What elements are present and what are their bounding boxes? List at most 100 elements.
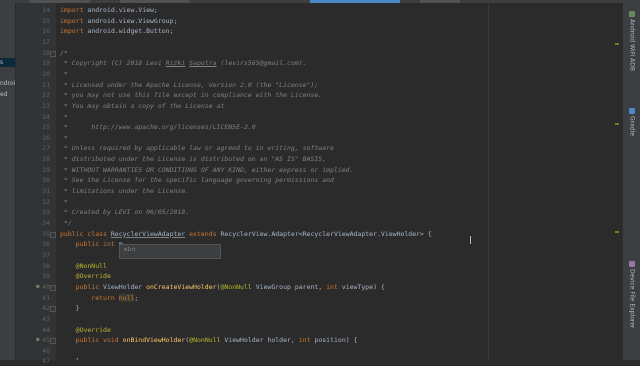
code-token: position) {: [314, 336, 358, 345]
line-number: 28: [42, 155, 50, 164]
line-number: 23: [42, 101, 50, 110]
code-token: onBindViewHolder: [122, 336, 186, 345]
code-line[interactable]: * See the License for the specific langu…: [60, 175, 334, 185]
code-token: android.widget.Button;: [87, 27, 174, 36]
line-number: 42: [42, 304, 50, 313]
code-token: * You may obtain a copy of the License a…: [60, 101, 225, 110]
code-line[interactable]: * Licensed under the Apache License, Ver…: [60, 80, 318, 90]
code-token: RecyclerViewAdapter: [110, 229, 186, 238]
error-stripe[interactable]: [614, 3, 620, 360]
code-line[interactable]: public int m: [60, 239, 123, 249]
wifi-adb-icon: [629, 11, 635, 17]
error-stripe-mark[interactable]: [615, 231, 619, 233]
line-number: 32: [42, 197, 50, 206]
code-line[interactable]: * you may not use this file except in co…: [60, 90, 322, 100]
code-line[interactable]: * distributed under the License is distr…: [60, 154, 326, 164]
code-token: *: [60, 133, 68, 142]
line-number: 30: [42, 176, 50, 185]
code-line[interactable]: */: [60, 218, 72, 228]
code-token: public: [60, 282, 104, 291]
code-line[interactable]: * http://www.apache.org/licenses/LICENSE…: [60, 122, 256, 132]
code-line[interactable]: public ViewHolder onCreateViewHolder(@No…: [60, 282, 385, 292]
code-token: /*: [60, 48, 68, 57]
line-number: 18: [42, 48, 50, 57]
line-number: 43: [42, 314, 50, 323]
code-line[interactable]: * limitations under the License.: [60, 186, 189, 196]
code-token: * Licensed under the Apache License, Ver…: [60, 80, 319, 89]
override-method-icon[interactable]: ●: [36, 337, 42, 343]
project-tree-item[interactable]: s: [0, 58, 15, 67]
code-token: @NonNull: [60, 261, 107, 270]
code-token: Rizki: [165, 59, 186, 68]
code-token: int: [298, 336, 315, 345]
code-line[interactable]: @NonNull: [60, 261, 107, 271]
line-number: 33: [42, 208, 50, 217]
code-token: viewType) {: [341, 282, 385, 291]
code-line[interactable]: import android.widget.Button;: [60, 26, 174, 36]
tool-window-tab[interactable]: Android WiFi ADB: [625, 11, 639, 71]
line-number: 47: [42, 357, 50, 366]
code-token: extends: [185, 229, 221, 238]
code-line[interactable]: /*: [60, 48, 68, 58]
code-line[interactable]: }: [60, 303, 80, 313]
completion-item[interactable]: mInt: [124, 247, 136, 253]
code-line[interactable]: *: [60, 69, 68, 79]
code-token: */: [60, 219, 72, 227]
tool-window-tab[interactable]: Device File Explorer: [625, 261, 639, 328]
code-line[interactable]: @Override: [60, 325, 111, 335]
code-token: * WITHOUT WARRANTIES OR CONDITIONS OF AN…: [60, 165, 354, 174]
tool-window-tab-label: Gradle: [628, 116, 636, 136]
line-number: 29: [42, 165, 50, 174]
right-tool-window-strip: Android WiFi ADB Gradle Device File Explor…: [622, 3, 640, 360]
code-line[interactable]: public class RecyclerViewAdapter extends…: [60, 229, 432, 239]
code-token: Saputra: [189, 59, 217, 68]
line-number: 38: [42, 261, 50, 270]
code-line[interactable]: *: [60, 133, 68, 143]
line-number: 46: [42, 346, 50, 355]
code-editor[interactable]: import android.view.View; import android.…: [56, 3, 622, 360]
code-line[interactable]: *: [60, 197, 68, 207]
code-token: import: [60, 6, 88, 14]
code-line[interactable]: import android.view.ViewGroup;: [60, 16, 177, 26]
code-line[interactable]: public void onBindViewHolder(@NonNull Vi…: [60, 335, 358, 345]
override-method-icon[interactable]: ●: [36, 283, 42, 290]
line-number: 34: [42, 219, 50, 227]
code-token: android.view.View;: [87, 6, 158, 14]
code-line[interactable]: * Copyright (C) 2018 Levi Rizki Saputra …: [60, 58, 307, 68]
code-token: RecyclerView.Adapter<RecyclerViewAdapter…: [220, 229, 432, 238]
code-line[interactable]: * WITHOUT WARRANTIES OR CONDITIONS OF AN…: [60, 165, 354, 175]
code-token: * Unless required by applicable law or a…: [60, 144, 334, 153]
line-number: 25: [42, 123, 50, 132]
code-token: *: [60, 112, 68, 121]
code-token: * distributed under the License is distr…: [60, 155, 327, 164]
code-token: * limitations under the License.: [60, 187, 190, 196]
line-number: 19: [42, 59, 50, 68]
code-line[interactable]: }: [60, 356, 80, 360]
code-line[interactable]: * You may obtain a copy of the License a…: [60, 101, 224, 111]
line-number: 31: [42, 187, 50, 196]
code-completion-popup[interactable]: mInt: [119, 244, 221, 259]
code-line[interactable]: return null;: [60, 293, 138, 303]
project-tree-item[interactable]: ndroidT: [0, 79, 15, 88]
project-panel: s ndroidT ed: [0, 3, 16, 360]
code-token: *: [60, 197, 68, 206]
code-token: @NonNull: [220, 282, 252, 291]
code-token: (levirs565@gmail.com).: [216, 59, 307, 68]
line-number: 17: [42, 37, 50, 46]
line-number: 26: [42, 133, 50, 142]
code-line[interactable]: *: [60, 112, 68, 122]
project-tree-item[interactable]: ed: [0, 90, 15, 99]
code-line[interactable]: import android.view.View;: [60, 5, 158, 15]
code-token: @Override: [60, 272, 111, 281]
code-token: public void: [60, 336, 123, 345]
code-line[interactable]: * Created by LEVI on 06/05/2018.: [60, 207, 189, 217]
code-line[interactable]: * Unless required by applicable law or a…: [60, 143, 334, 153]
error-stripe-mark[interactable]: [615, 43, 619, 45]
code-line[interactable]: @Override: [60, 271, 111, 281]
tool-window-tab[interactable]: Gradle: [625, 108, 639, 136]
right-margin-guide: [488, 3, 489, 360]
line-number: 24: [42, 112, 50, 121]
line-number: 41: [42, 293, 50, 302]
error-stripe-mark[interactable]: [615, 123, 619, 125]
code-token: public int: [60, 240, 119, 249]
